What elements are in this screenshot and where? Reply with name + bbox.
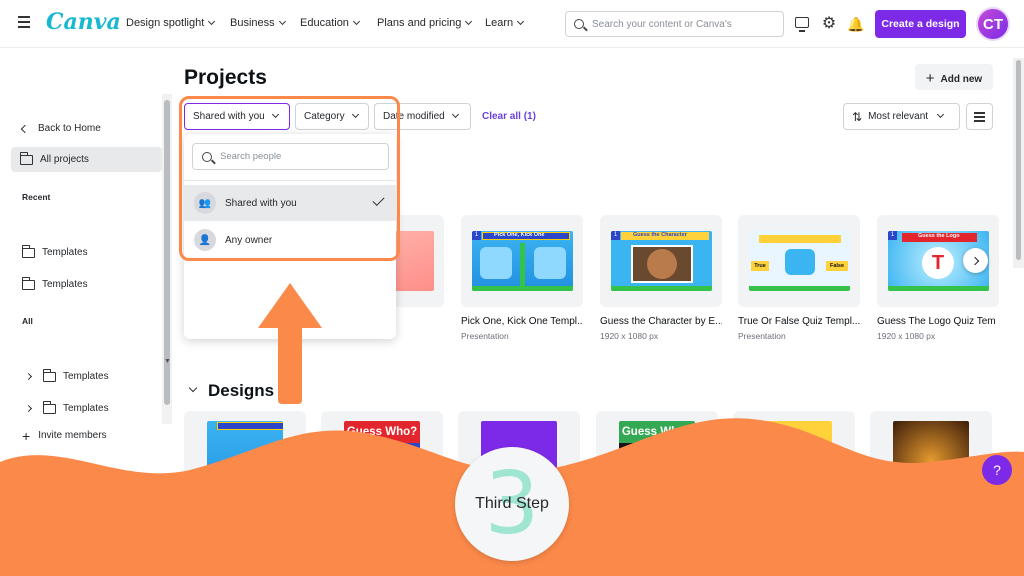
- designs-section-toggle[interactable]: Designs: [188, 381, 274, 401]
- back-to-home-link[interactable]: Back to Home: [20, 123, 101, 134]
- all-heading: All: [22, 316, 33, 326]
- design-thumbnail: Guess Who? NETFLIX Wednesday: [619, 421, 695, 491]
- plus-icon: +: [925, 69, 935, 87]
- chevron-right-icon[interactable]: [24, 372, 33, 381]
- monitor-icon[interactable]: [795, 17, 809, 32]
- template-title: Pick One, Kick One Templ...: [461, 316, 583, 327]
- folder-icon: [43, 400, 56, 414]
- chevron-down-icon: [352, 17, 360, 26]
- template-card[interactable]: True False: [738, 215, 860, 307]
- nav-design-spotlight[interactable]: Design spotlight: [126, 17, 216, 29]
- nav-education[interactable]: Education: [300, 17, 360, 29]
- invite-members-button[interactable]: + Invite members: [22, 427, 107, 444]
- chevron-right-icon: [970, 256, 979, 265]
- canva-logo[interactable]: Canva: [46, 9, 121, 35]
- template-subtitle: Presentation: [738, 331, 786, 341]
- folder-icon: [22, 244, 35, 258]
- template-subtitle: 1920 x 1080 px: [600, 331, 659, 341]
- design-thumbnail: [207, 421, 283, 491]
- create-design-button[interactable]: Create a design: [875, 10, 966, 38]
- list-view-button[interactable]: [966, 103, 993, 130]
- chevron-left-icon: [20, 124, 30, 133]
- design-thumbnail: [893, 421, 969, 491]
- add-new-button[interactable]: + Add new: [915, 64, 993, 90]
- sort-dropdown[interactable]: ⇅ Most relevant: [843, 103, 960, 130]
- main-scroll-thumb[interactable]: [1016, 60, 1021, 260]
- step-label: Third Step: [475, 495, 549, 512]
- search-icon: [574, 19, 584, 29]
- recent-heading: Recent: [22, 192, 51, 202]
- chevron-down-icon: [278, 17, 286, 26]
- sidebar-item-templates[interactable]: Templates: [22, 244, 88, 258]
- global-search: [565, 11, 784, 37]
- nav-plans-pricing[interactable]: Plans and pricing: [377, 17, 473, 29]
- chevron-right-icon[interactable]: [24, 404, 33, 413]
- template-title: Guess the Character by E...: [600, 316, 722, 327]
- chevron-down-icon: [208, 17, 216, 26]
- folder-icon: [43, 368, 56, 382]
- template-card[interactable]: Pick One, Kick One 1: [461, 215, 583, 307]
- chevron-down-icon: [937, 110, 945, 119]
- menu-icon[interactable]: [18, 16, 30, 28]
- nav-business[interactable]: Business: [230, 17, 286, 29]
- template-thumbnail: Pick One, Kick One 1: [472, 231, 573, 291]
- chevron-down-icon: [465, 17, 473, 26]
- design-card[interactable]: Guess Who? Fast Food: [321, 411, 443, 491]
- chevron-down-icon: [517, 17, 525, 26]
- template-title: True Or False Quiz Templ...: [738, 316, 860, 327]
- bell-icon[interactable]: 🔔: [847, 15, 865, 33]
- gear-icon[interactable]: ⚙: [820, 15, 838, 33]
- design-thumbnail: [756, 421, 832, 491]
- template-subtitle: Presentation: [461, 331, 509, 341]
- trash-icon: 🗑: [22, 465, 40, 482]
- design-thumbnail: Guess Who? Fast Food: [344, 421, 420, 491]
- nav-learn[interactable]: Learn: [485, 17, 525, 29]
- highlight-box: [179, 96, 400, 261]
- clear-all-link[interactable]: Clear all (1): [482, 111, 536, 122]
- template-subtitle: 1920 x 1080 px: [877, 331, 936, 341]
- sidebar-item-trash[interactable]: 🗑 Trash: [22, 465, 73, 482]
- chevron-down-icon: [451, 110, 459, 119]
- folder-icon: [22, 276, 35, 290]
- template-thumbnail: Guess the Character 1: [611, 231, 712, 291]
- sidebar-folder-templates[interactable]: Templates: [24, 368, 109, 382]
- sidebar-item-templates[interactable]: Templates: [22, 276, 88, 290]
- template-card[interactable]: Guess the Character 1: [600, 215, 722, 307]
- chevron-down-icon: [188, 383, 198, 393]
- top-bar: Canva Design spotlight Business Educatio…: [0, 0, 1024, 48]
- global-search-input[interactable]: [592, 18, 772, 30]
- help-button[interactable]: ?: [982, 455, 1012, 485]
- page-title: Projects: [184, 66, 267, 89]
- plus-icon: +: [22, 427, 31, 444]
- carousel-next-button[interactable]: [963, 248, 988, 273]
- template-title: Guess The Logo Quiz Tem: [877, 316, 996, 327]
- sidebar-folder-templates[interactable]: Templates: [24, 400, 109, 414]
- design-card[interactable]: [733, 411, 855, 491]
- design-card[interactable]: Guess Who? NETFLIX Wednesday: [596, 411, 718, 491]
- design-card[interactable]: [184, 411, 306, 491]
- template-thumbnail: True False: [749, 231, 850, 291]
- design-card[interactable]: [870, 411, 992, 491]
- step-badge: 3 Third Step: [455, 447, 569, 561]
- scroll-down-icon[interactable]: ▼: [164, 358, 171, 365]
- sidebar-item-all-projects[interactable]: All projects: [20, 151, 89, 165]
- avatar[interactable]: CT: [976, 7, 1010, 41]
- sort-arrows-icon: ⇅: [852, 109, 863, 124]
- folder-icon: [20, 151, 33, 165]
